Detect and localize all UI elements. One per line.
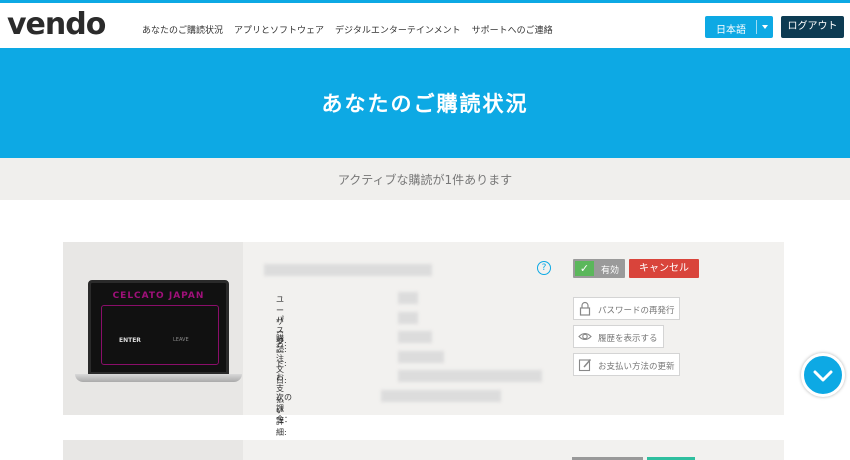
nav-item-subscriptions[interactable]: あなたのご購読状況	[142, 23, 223, 36]
update-payment-button[interactable]: お支払い方法の更新	[573, 353, 680, 376]
reset-password-label: パスワードの再発行	[598, 306, 675, 316]
subscription-summary: アクティブな購読が1件あります	[0, 158, 850, 200]
cancel-subscription-button[interactable]: キャンセル	[629, 259, 699, 278]
page-hero: あなたのご購読状況	[0, 48, 850, 158]
thumbnail-enter-label: ENTER	[119, 337, 141, 344]
next-billing-label: 次の課金：	[276, 392, 292, 424]
eye-icon	[578, 332, 592, 341]
main-nav: あなたのご購読状況 アプリとソフトウェア デジタルエンターテインメント サポート…	[142, 23, 553, 36]
laptop-screen: CELCATO JAPAN ENTER LEAVE	[88, 280, 229, 375]
redacted-value	[398, 350, 444, 363]
reset-password-button[interactable]: パスワードの再発行	[573, 297, 680, 320]
help-icon[interactable]: ?	[537, 261, 551, 275]
thumbnail-site-title: CELCATO JAPAN	[112, 291, 205, 301]
thumbnail-content-frame	[101, 305, 219, 365]
checkmark-icon: ✓	[575, 261, 594, 276]
chevron-down-icon	[762, 25, 768, 29]
redacted-value	[398, 370, 542, 382]
view-history-button[interactable]: 履歴を表示する	[573, 325, 664, 348]
language-dropdown[interactable]: 日本語	[705, 16, 773, 38]
edit-icon	[578, 359, 592, 372]
redacted-site-name	[264, 264, 432, 276]
scroll-down-button[interactable]	[801, 353, 845, 397]
site-thumbnail	[63, 440, 243, 460]
vendo-logo[interactable]: vendo	[7, 7, 106, 42]
chevron-down-icon	[813, 370, 833, 382]
lock-icon	[579, 301, 591, 316]
subscription-card-next	[63, 440, 784, 460]
view-history-label: 履歴を表示する	[598, 334, 658, 344]
nav-item-apps-software[interactable]: アプリとソフトウェア	[234, 23, 324, 36]
nav-item-support-contact[interactable]: サポートへのご連絡	[472, 23, 553, 36]
thumbnail-leave-label: LEAVE	[173, 337, 189, 343]
nav-item-digital-entertainment[interactable]: デジタルエンターテインメント	[335, 23, 461, 36]
dropdown-divider	[756, 20, 757, 34]
redacted-value	[398, 331, 432, 343]
status-badge: ✓ 有効	[573, 259, 625, 278]
status-label: 有効	[601, 266, 620, 276]
redacted-value	[381, 389, 501, 402]
page-title: あなたのご購読状況	[321, 92, 529, 116]
site-thumbnail: CELCATO JAPAN ENTER LEAVE	[63, 242, 243, 415]
redacted-value	[398, 292, 418, 304]
site-header: vendo あなたのご購読状況 アプリとソフトウェア デジタルエンターテインメン…	[0, 3, 850, 48]
language-label: 日本語	[716, 25, 746, 36]
update-payment-label: お支払い方法の更新	[598, 362, 675, 372]
laptop-base	[75, 374, 242, 382]
logout-button[interactable]: ログアウト	[781, 16, 844, 38]
redacted-value	[398, 311, 418, 324]
